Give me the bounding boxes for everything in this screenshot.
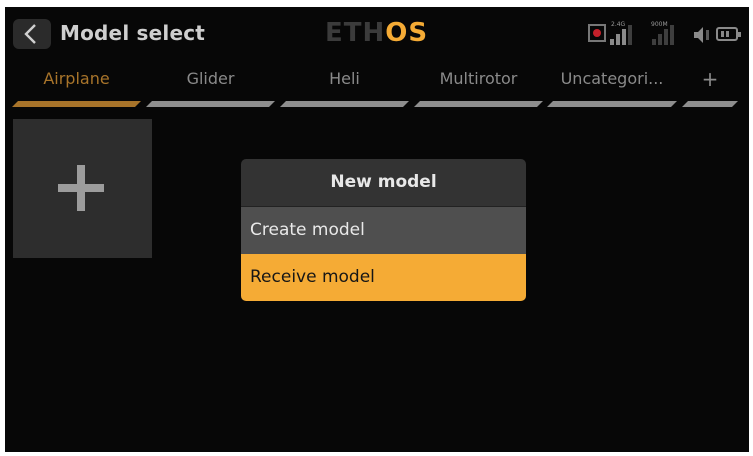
tab-heli[interactable]: Heli [280,65,409,107]
create-model-option[interactable]: Create model [241,207,526,254]
new-model-dialog: New model Create model Receive model [241,159,526,301]
back-button[interactable] [13,19,51,49]
add-model-tile[interactable] [13,119,152,258]
signal-900m-icon: 900M [650,21,676,45]
speaker-icon[interactable] [692,25,712,45]
dialog-title: New model [241,159,526,207]
tab-uncategorized[interactable]: Uncategori... [547,65,677,107]
ethos-logo: ETHOS [325,18,429,48]
tab-airplane[interactable]: Airplane [12,65,141,107]
header: Model select ETHOS 2.4G 900M [5,7,749,59]
receive-model-option[interactable]: Receive model [241,254,526,301]
signal-2.4g-icon: 2.4G [610,21,632,45]
category-tabs: Airplane Glider Heli Multirotor Uncatego… [5,65,749,107]
page-title: Model select [60,21,206,45]
back-arrow-icon [24,24,36,44]
tab-multirotor[interactable]: Multirotor [414,65,543,107]
add-category-button[interactable]: + [682,65,738,107]
record-icon [588,24,606,42]
tab-glider[interactable]: Glider [146,65,275,107]
battery-icon [716,27,741,41]
radio-screen: Model select ETHOS 2.4G 900M Airplane Gl… [5,7,749,452]
